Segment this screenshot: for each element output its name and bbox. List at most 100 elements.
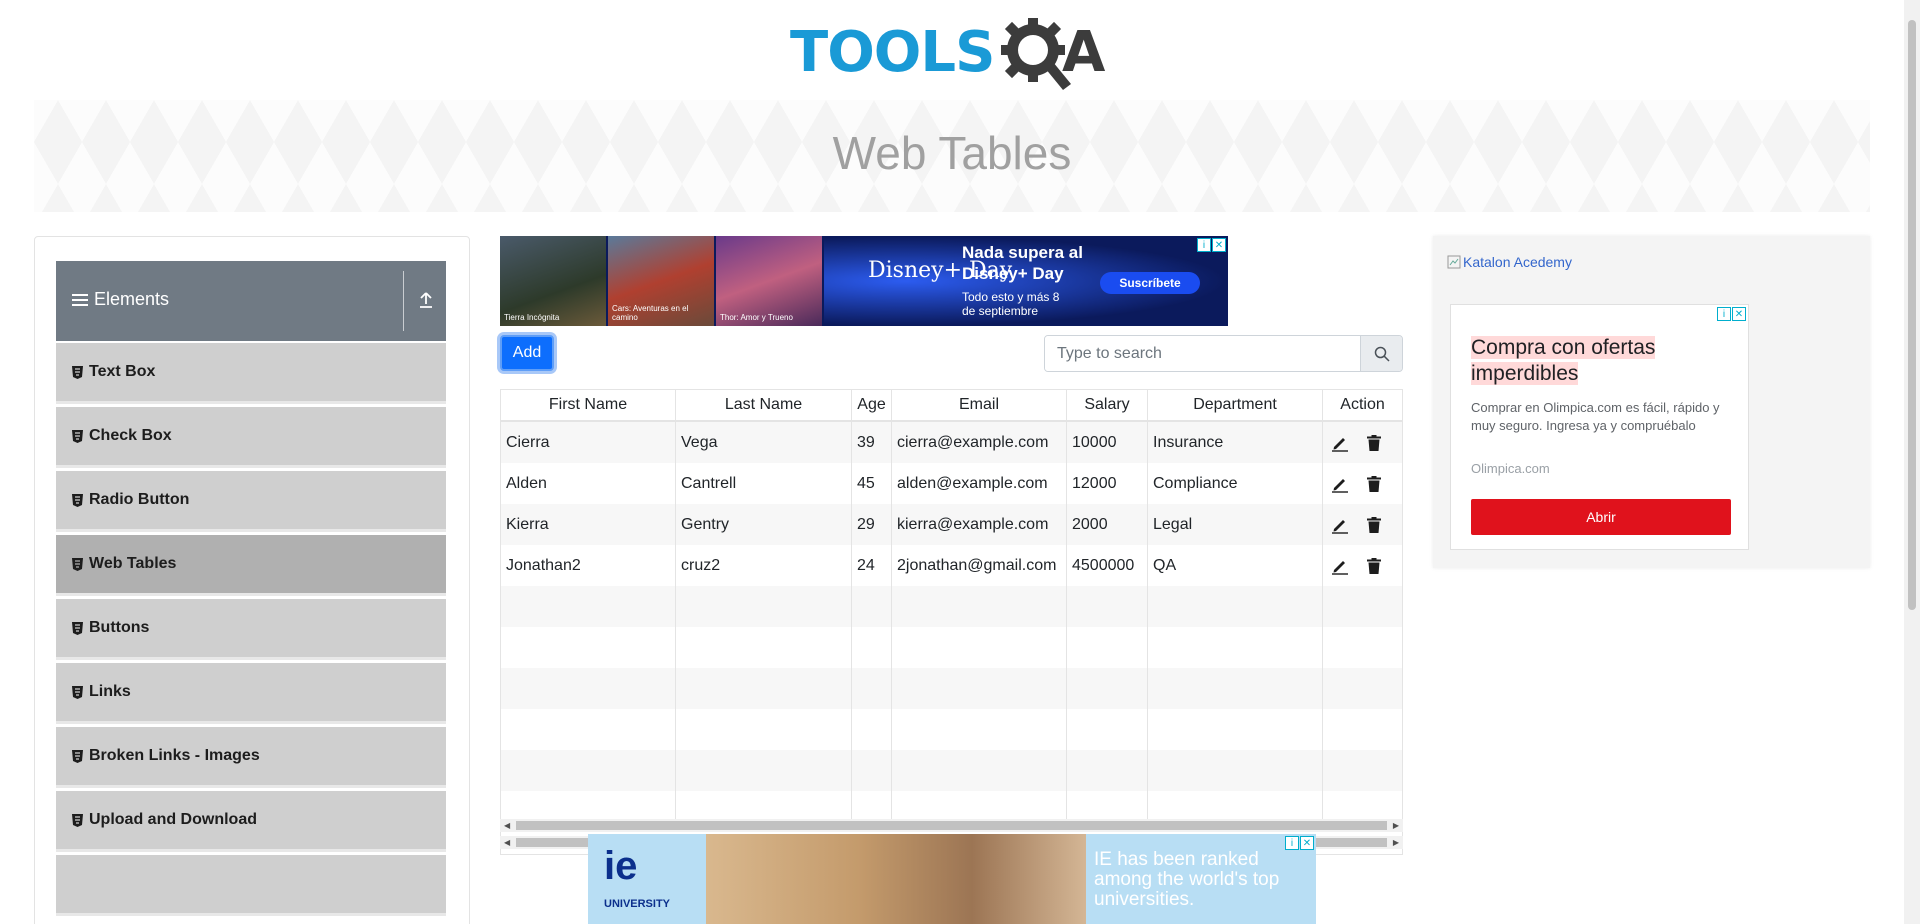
sidebar-item-web-tables[interactable]: Web Tables bbox=[56, 535, 446, 596]
ad-url[interactable]: Olimpica.com bbox=[1471, 461, 1550, 476]
table-row-empty bbox=[501, 627, 1402, 668]
subscribe-button[interactable]: Suscríbete bbox=[1100, 272, 1200, 294]
cell-age: 29 bbox=[852, 504, 892, 545]
students-photo bbox=[706, 834, 1086, 924]
page-scrollbar-thumb[interactable] bbox=[1908, 20, 1916, 610]
disney-ad-banner[interactable]: Tierra Incógnita Cars: Aventuras en el c… bbox=[500, 236, 1228, 326]
search-button[interactable] bbox=[1360, 336, 1402, 371]
sidebar-item-label: Radio Button bbox=[89, 491, 190, 508]
table-row-empty bbox=[501, 586, 1402, 627]
header-department[interactable]: Department bbox=[1148, 390, 1323, 420]
cell-first-name: Cierra bbox=[501, 422, 676, 463]
html5-badge-icon bbox=[72, 365, 83, 379]
add-button[interactable]: Add bbox=[500, 335, 554, 371]
cell-department: Compliance bbox=[1148, 463, 1323, 504]
group-title: Elements bbox=[72, 289, 169, 310]
trash-icon[interactable] bbox=[1365, 516, 1383, 534]
sidebar-item-label: Text Box bbox=[89, 363, 156, 380]
table-row: Kierra Gentry 29 kierra@example.com 2000… bbox=[501, 504, 1402, 545]
poster-caption: Tierra Incógnita bbox=[504, 313, 560, 322]
sidebar-item-broken-links[interactable]: Broken Links - Images bbox=[56, 727, 446, 788]
ad-headline: Nada supera al Disney+ Day bbox=[962, 243, 1083, 283]
cell-actions bbox=[1323, 504, 1402, 545]
cell-actions bbox=[1323, 545, 1402, 586]
info-icon[interactable]: i bbox=[1197, 238, 1211, 252]
close-icon[interactable]: ✕ bbox=[1732, 307, 1746, 321]
header-age[interactable]: Age bbox=[852, 390, 892, 420]
cell-actions bbox=[1323, 463, 1402, 504]
sidebar-item-links[interactable]: Links bbox=[56, 663, 446, 724]
info-icon[interactable]: i bbox=[1717, 307, 1731, 321]
adchoices[interactable]: i ✕ bbox=[1285, 836, 1314, 850]
html5-badge-icon bbox=[72, 493, 83, 507]
cell-email: kierra@example.com bbox=[892, 504, 1067, 545]
html5-badge-icon bbox=[72, 813, 83, 827]
header-first-name[interactable]: First Name bbox=[501, 390, 676, 420]
scrollbar-thumb[interactable] bbox=[516, 821, 1387, 830]
table-row-empty bbox=[501, 668, 1402, 709]
cell-last-name: Gentry bbox=[676, 504, 852, 545]
pencil-icon[interactable] bbox=[1331, 475, 1349, 493]
collapse-up-icon[interactable] bbox=[418, 291, 434, 309]
scroll-left-icon[interactable]: ◀ bbox=[504, 838, 510, 847]
header-salary[interactable]: Salary bbox=[1067, 390, 1148, 420]
poster-2: Cars: Aventuras en el camino bbox=[608, 236, 714, 326]
sidebar-item-check-box[interactable]: Check Box bbox=[56, 407, 446, 468]
trash-icon[interactable] bbox=[1365, 434, 1383, 452]
html5-badge-icon bbox=[72, 749, 83, 763]
cell-actions bbox=[1323, 422, 1402, 463]
cell-department: QA bbox=[1148, 545, 1323, 586]
sidebar: Elements Text Box Check Box Radio Button… bbox=[34, 236, 470, 924]
sidebar-group-elements[interactable]: Elements bbox=[56, 261, 446, 341]
trash-icon[interactable] bbox=[1365, 475, 1383, 493]
ad-body: Comprar en Olimpica.com es fácil, rápido… bbox=[1471, 400, 1720, 433]
ie-university-ad[interactable]: ie UNIVERSITY IE has been ranked among t… bbox=[588, 834, 1316, 924]
close-icon[interactable]: ✕ bbox=[1212, 238, 1226, 252]
sidebar-item-upload-download[interactable]: Upload and Download bbox=[56, 791, 446, 852]
cell-salary: 4500000 bbox=[1067, 545, 1148, 586]
poster-1: Tierra Incógnita bbox=[500, 236, 606, 326]
close-icon[interactable]: ✕ bbox=[1300, 836, 1314, 850]
trash-icon[interactable] bbox=[1365, 557, 1383, 575]
adchoices[interactable]: i ✕ bbox=[1197, 238, 1226, 252]
cell-first-name: Alden bbox=[501, 463, 676, 504]
page-scrollbar[interactable] bbox=[1904, 0, 1920, 924]
scroll-left-icon[interactable]: ◀ bbox=[504, 821, 510, 830]
katalon-link[interactable]: Katalon Acedemy bbox=[1447, 254, 1572, 270]
toolsqa-logo[interactable]: TOOLS A bbox=[790, 14, 1120, 92]
pencil-icon[interactable] bbox=[1331, 434, 1349, 452]
adchoices[interactable]: i ✕ bbox=[1717, 307, 1746, 321]
cell-last-name: cruz2 bbox=[676, 545, 852, 586]
html5-badge-icon bbox=[72, 429, 83, 443]
open-button[interactable]: Abrir bbox=[1471, 499, 1731, 535]
header-last-name[interactable]: Last Name bbox=[676, 390, 852, 420]
sidebar-item-label: Check Box bbox=[89, 427, 172, 444]
pencil-icon[interactable] bbox=[1331, 516, 1349, 534]
search-icon bbox=[1374, 346, 1390, 362]
poster-caption: Cars: Aventuras en el camino bbox=[612, 304, 689, 322]
sidebar-item-label: Broken Links - Images bbox=[89, 747, 260, 764]
html5-badge-icon bbox=[72, 621, 83, 635]
info-icon[interactable]: i bbox=[1285, 836, 1299, 850]
sidebar-item-radio-button[interactable]: Radio Button bbox=[56, 471, 446, 532]
table-scrollbar[interactable]: ◀ ▶ bbox=[500, 819, 1403, 832]
cell-last-name: Vega bbox=[676, 422, 852, 463]
cell-department: Insurance bbox=[1148, 422, 1323, 463]
olimpica-ad-card[interactable]: i ✕ Compra con ofertas imperdibles Compra… bbox=[1450, 304, 1749, 550]
scroll-right-icon[interactable]: ▶ bbox=[1393, 838, 1399, 847]
ad-subline: Todo esto y más 8 de septiembre bbox=[962, 290, 1060, 318]
search-input[interactable] bbox=[1045, 336, 1360, 371]
header-email[interactable]: Email bbox=[892, 390, 1067, 420]
cell-age: 39 bbox=[852, 422, 892, 463]
html5-badge-icon bbox=[72, 685, 83, 699]
sidebar-item-next[interactable] bbox=[56, 855, 446, 916]
cell-department: Legal bbox=[1148, 504, 1323, 545]
cell-salary: 10000 bbox=[1067, 422, 1148, 463]
cell-salary: 2000 bbox=[1067, 504, 1148, 545]
sidebar-item-buttons[interactable]: Buttons bbox=[56, 599, 446, 660]
scroll-right-icon[interactable]: ▶ bbox=[1393, 821, 1399, 830]
pencil-icon[interactable] bbox=[1331, 557, 1349, 575]
divider bbox=[403, 271, 404, 331]
sidebar-item-text-box[interactable]: Text Box bbox=[56, 343, 446, 404]
cell-email: 2jonathan@gmail.com bbox=[892, 545, 1067, 586]
